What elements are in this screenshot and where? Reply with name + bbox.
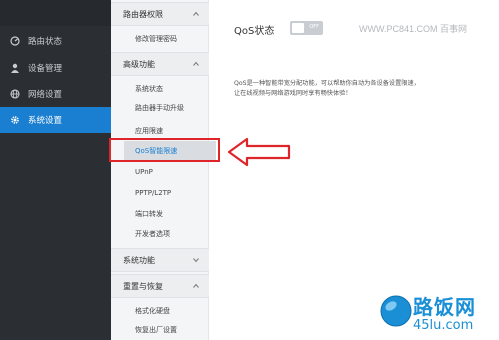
user-icon (10, 63, 20, 73)
sidebar-item-label: 系统设置 (28, 116, 63, 126)
sidebar-item-router-status[interactable]: 路由状态 (0, 28, 111, 54)
sidebar-item-label: 网络设置 (28, 90, 63, 100)
sidebar-item-system-settings[interactable]: 系统设置 (0, 107, 117, 133)
submenu-item-port-forwarding[interactable]: 端口转发 (111, 204, 209, 224)
submenu-item-change-password[interactable]: 修改管理密码 (111, 29, 209, 49)
submenu-item-label: 格式化硬盘 (135, 307, 170, 315)
logo-ball-icon (380, 295, 412, 327)
logo-name: 路饭网 (413, 295, 476, 319)
qos-description: QoS是一种智能带宽分配功能，可以帮助你自动为各设备设置限速， 让在线视频与网络… (234, 79, 484, 99)
submenu-section-title: 系统功能 (123, 255, 155, 265)
sidebar-item-network-settings[interactable]: 网络设置 (0, 81, 111, 107)
submenu-item-label: 端口转发 (135, 210, 163, 218)
logo-url: 45lu.com (413, 318, 474, 333)
chevron-up-icon (193, 283, 199, 288)
submenu-section-system-functions[interactable]: 系统功能 (111, 248, 209, 272)
gauge-icon (10, 36, 20, 46)
annotation-arrow-icon (227, 137, 291, 167)
sidebar-item-device-management[interactable]: 设备管理 (0, 55, 111, 81)
submenu-panel: 路由器权限 修改管理密码 高级功能 系统状态 路由器手动升级 应用限速 QoS智… (111, 0, 216, 340)
sidebar-item-label: 路由状态 (28, 37, 63, 47)
submenu-section-reset-restore[interactable]: 重置与恢复 (111, 274, 209, 298)
description-line: QoS是一种智能带宽分配功能，可以帮助你自动为各设备设置限速， (234, 80, 420, 87)
submenu-section-advanced[interactable]: 高级功能 (111, 52, 209, 76)
submenu-item-label: 应用限速 (135, 127, 163, 135)
watermark-text: WWW.PC841.COM 百事网 (359, 24, 468, 34)
gear-icon (10, 115, 20, 125)
chevron-down-icon (193, 258, 199, 263)
toggle-knob (292, 23, 304, 33)
submenu-item-label: 开发者选项 (135, 230, 170, 238)
submenu-section-title: 路由器权限 (123, 9, 163, 19)
submenu-item-label: 系统状态 (135, 85, 163, 93)
submenu-item-format-disk[interactable]: 格式化硬盘 (111, 301, 209, 321)
globe-icon (10, 89, 20, 99)
submenu-item-label: PPTP/L2TP (135, 189, 172, 197)
qos-toggle[interactable]: OFF (290, 21, 323, 35)
submenu-item-manual-upgrade[interactable]: 路由器手动升级 (111, 98, 209, 118)
submenu-item-label: 恢复出厂设置 (135, 326, 177, 334)
site-logo: 路饭网 45lu.com (375, 288, 499, 340)
chevron-up-icon (193, 61, 199, 66)
sidebar-item-label: 设备管理 (28, 64, 63, 74)
submenu-section-title: 高级功能 (123, 59, 155, 69)
description-line: 让在线视频与网络游戏同时享有畅快体验！ (234, 90, 352, 97)
submenu-item-developer-options[interactable]: 开发者选项 (111, 224, 209, 244)
main-sidebar: 路由状态 设备管理 网络设置 系统设置 (0, 0, 117, 340)
chevron-up-icon (193, 11, 199, 16)
submenu-item-system-status[interactable]: 系统状态 (111, 79, 209, 99)
submenu-item-upnp[interactable]: UPnP (111, 162, 209, 182)
submenu-section-title: 重置与恢复 (123, 281, 163, 291)
sidebar-header (0, 0, 111, 26)
submenu-item-pptp-l2tp[interactable]: PPTP/L2TP (111, 183, 209, 203)
submenu-item-label: UPnP (135, 168, 153, 176)
toggle-label: OFF (309, 24, 319, 30)
submenu-item-label: 修改管理密码 (135, 35, 177, 43)
annotation-highlight-box (109, 138, 220, 162)
submenu-item-label: 路由器手动升级 (135, 104, 184, 112)
submenu-section-router-permissions[interactable]: 路由器权限 (111, 2, 209, 26)
submenu-item-factory-reset[interactable]: 恢复出厂设置 (111, 320, 209, 340)
page-title: QoS状态 (234, 26, 275, 37)
